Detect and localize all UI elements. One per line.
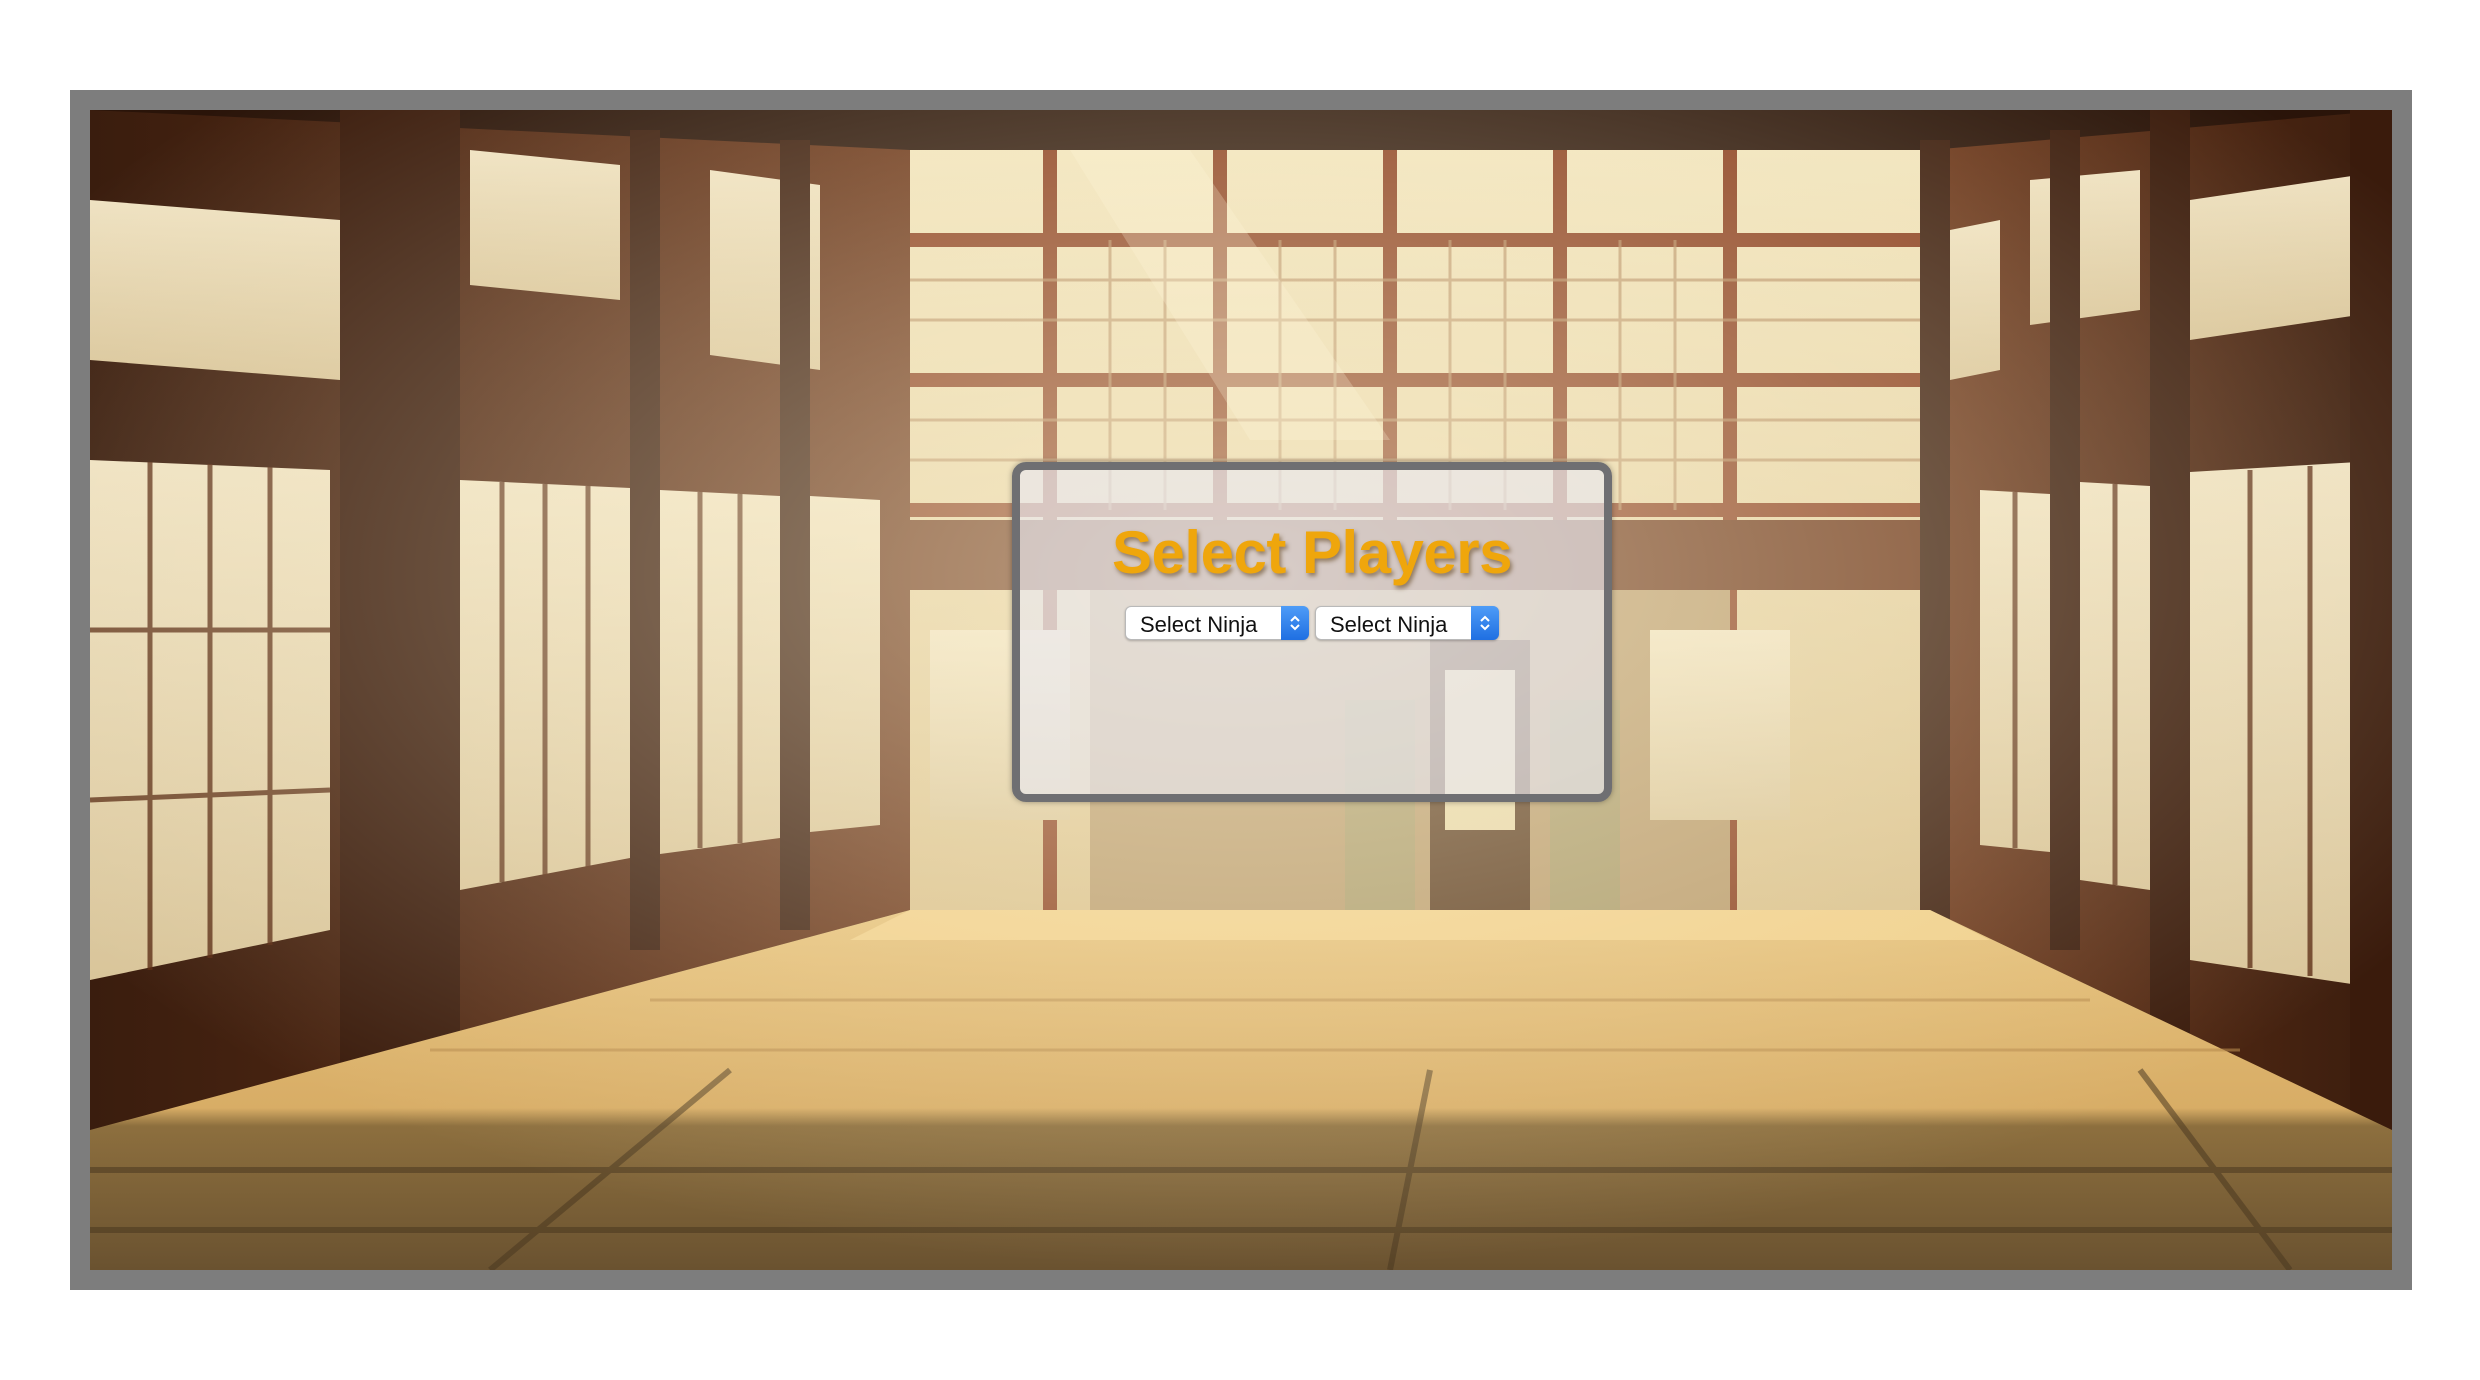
player-two-select-value: Select Ninja (1330, 612, 1448, 637)
player-selects-row: Select Ninja Select Ninja (1020, 606, 1604, 640)
game-frame: Select Players Select Ninja Select Ninja (70, 90, 2412, 1290)
player-one-select-value: Select Ninja (1140, 612, 1258, 637)
player-two-ninja-select[interactable]: Select Ninja (1315, 606, 1499, 640)
panel-title: Select Players (1112, 519, 1512, 586)
chevron-up-down-icon (1281, 606, 1309, 640)
player-select-panel: Select Players Select Ninja Select Ninja (1012, 462, 1612, 802)
chevron-up-down-icon (1471, 606, 1499, 640)
player-one-ninja-select[interactable]: Select Ninja (1125, 606, 1309, 640)
